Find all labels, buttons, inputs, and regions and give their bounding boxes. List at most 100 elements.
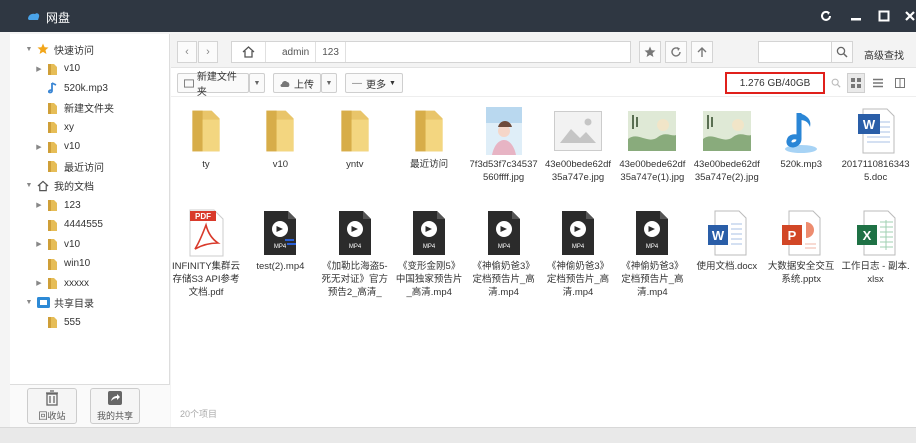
navigation-bar: ‹ › admin 123 高级查找 [171,34,916,68]
sidebar-item[interactable]: ▶ xxxxx [34,274,89,292]
expand-down-icon[interactable]: ▼ [24,182,34,189]
file-item[interactable]: v10 [245,106,315,171]
expand-down-icon[interactable]: ▼ [24,299,34,306]
list-view-button[interactable] [869,73,887,93]
mp4-file-icon: MP4 [256,208,304,258]
sidebar-item[interactable]: 4444555 [34,216,103,234]
sidebar-item-label: win10 [64,258,91,269]
file-item[interactable]: P 大数据安全交互系统.pptx [766,208,836,286]
search-button[interactable] [831,41,853,63]
upload-label: 上传 [294,79,314,91]
folder-icon [46,316,60,328]
svg-text:PDF: PDF [195,212,211,221]
favorite-button[interactable] [639,41,661,63]
file-item[interactable]: MP4 test(2).mp4 [245,208,315,273]
sidebar-item[interactable]: ▶ 123 [34,196,81,214]
thumbnail-view-button[interactable] [847,73,865,93]
file-item[interactable]: W 20171108163435.doc [841,106,911,184]
back-button[interactable]: ‹ [177,41,197,63]
expand-right-icon[interactable]: ▶ [34,201,44,209]
refresh-icon [671,47,681,57]
more-button[interactable]: — 更多 ▼ [345,73,403,93]
file-item[interactable]: 7f3d53f7c34537560ffff.jpg [469,106,539,184]
file-item[interactable]: 43e00bede62df35a747e.jpg [543,106,613,184]
sidebar-item[interactable]: 最近访问 [34,157,104,175]
sidebar-item[interactable]: xy [34,118,74,136]
xlsx-file-icon: X [852,208,900,258]
folder-icon [46,63,60,75]
trash-icon [46,390,58,406]
file-item[interactable]: 最近访问 [394,106,464,171]
folder-icon [46,238,60,250]
expand-right-icon[interactable]: ▶ [34,65,44,73]
file-item[interactable]: PDF INFINITY集群云存储S3 API参考文档.pdf [171,208,241,299]
minimize-button[interactable] [846,6,866,26]
pptx-file-icon: P [777,208,825,258]
upload-button[interactable]: 上传 [273,73,321,93]
expand-right-icon[interactable]: ▶ [34,143,44,151]
expand-down-icon[interactable]: ▼ [24,46,34,53]
sidebar-item[interactable]: ▼ 我的文档 [24,177,94,195]
recycle-bin-button[interactable]: 回收站 [27,388,77,424]
file-name: yntv [346,159,364,170]
sidebar-item[interactable]: ▶ v10 [34,60,80,78]
file-item[interactable]: yntv [320,106,390,171]
new-folder-button[interactable]: 新建文件夹 [177,72,249,98]
zoom-button[interactable] [827,73,845,93]
file-item[interactable]: W 使用文档.docx [692,208,762,273]
my-share-button[interactable]: 我的共享 [90,388,140,424]
search-input[interactable] [758,41,832,63]
sidebar-item[interactable]: win10 [34,255,90,273]
file-item[interactable]: MP4 《神偷奶爸3》定档预告片_高清.mp4 [543,208,613,299]
sidebar-item[interactable]: 新建文件夹 [34,99,114,117]
sidebar-item[interactable]: ▶ v10 [34,138,80,156]
breadcrumb: admin 123 [231,41,631,63]
sidebar-item[interactable]: 555 [34,313,81,331]
file-item[interactable]: ty [171,106,241,171]
search-icon [831,78,841,88]
file-name: 《神偷奶爸3》定档预告片_高清.mp4 [546,261,610,298]
close-button[interactable] [900,6,916,26]
refresh-window-button[interactable] [816,6,836,26]
folder-file-icon [182,106,230,156]
breadcrumb-item-admin[interactable]: admin [276,42,317,62]
file-item[interactable]: X 工作日志 - 副本.xlsx [841,208,911,286]
sidebar-item[interactable]: ▼ 共享目录 [24,294,94,312]
file-item[interactable]: 43e00bede62df35a747e(2).jpg [692,106,762,184]
folder-file-icon [331,106,379,156]
breadcrumb-item-123[interactable]: 123 [316,42,346,62]
file-item[interactable]: MP4 《神偷奶爸3》定档预告片_高清.mp4 [617,208,687,299]
sidebar-item[interactable]: 520k.mp3 [34,79,108,97]
file-item[interactable]: 43e00bede62df35a747e(1).jpg [617,106,687,184]
maximize-button[interactable] [874,6,894,26]
caret-down-icon: ▼ [253,79,261,87]
file-item[interactable]: MP4 《神偷奶爸3》定档预告片_高清.mp4 [469,208,539,299]
svg-text:W: W [712,228,725,243]
new-folder-dropdown[interactable]: ▼ [249,73,265,93]
sidebar-item[interactable]: ▶ v10 [34,235,80,253]
breadcrumb-home[interactable] [232,42,266,62]
file-name: 大数据安全交互系统.pptx [767,261,835,285]
expand-right-icon[interactable]: ▶ [34,240,44,248]
forward-button[interactable]: › [198,41,218,63]
photo-file-icon [702,106,751,156]
up-level-button[interactable] [691,41,713,63]
toolbar: 新建文件夹 ▼ 上传 ▼ — 更多 ▼ 1.276 GB/40GB [171,69,916,98]
sidebar-item-label: 最近访问 [64,162,104,174]
doc-file-icon: W [852,106,900,156]
svg-text:MP4: MP4 [572,244,585,250]
sidebar-bottom-bar: 回收站 我的共享 [10,384,170,427]
sidebar-item[interactable]: ▼ 快速访问 [24,40,94,58]
advanced-search-link[interactable]: 高级查找 [864,47,904,62]
expand-right-icon[interactable]: ▶ [34,279,44,287]
home-icon [242,46,255,58]
folder-file-icon [405,106,453,156]
sidebar-item-label: v10 [64,238,81,250]
file-item[interactable]: MP4 《加勒比海盗5-死无对证》官方预告2_高清_ [320,208,390,299]
file-item[interactable]: MP4 《变形金刚5》中国独家预告片_高清.mp4 [394,208,464,299]
refresh-button[interactable] [665,41,687,63]
detail-view-button[interactable] [891,73,909,93]
file-item[interactable]: 520k.mp3 [766,106,836,171]
upload-dropdown[interactable]: ▼ [321,73,337,93]
storage-quota-display: 1.276 GB/40GB [725,72,825,94]
